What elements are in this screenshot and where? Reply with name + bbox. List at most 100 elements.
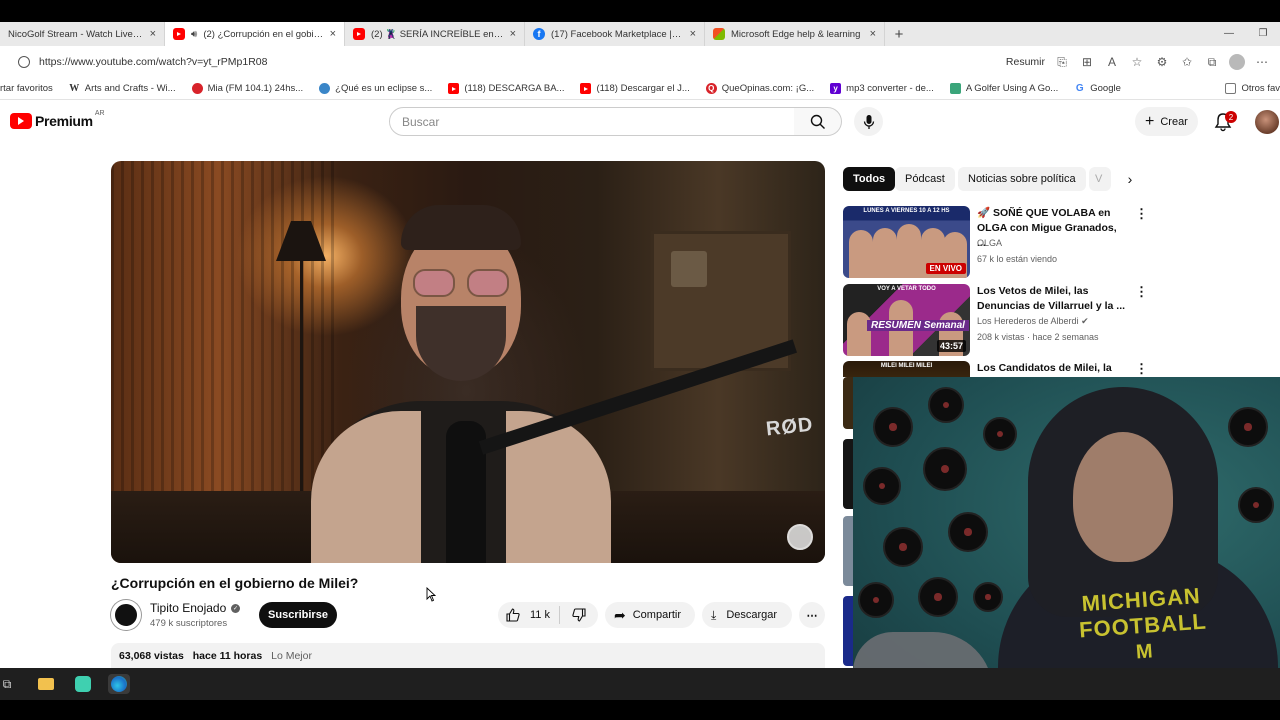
description-tag[interactable]: Lo Mejor <box>271 650 312 662</box>
tab-olga[interactable]: (2) 🦹 SERÍA INCREÍBLE en OLGA × <box>345 22 525 46</box>
maximize-icon[interactable]: ❐ <box>1246 22 1280 46</box>
windows-taskbar: ⧉ <box>0 668 1280 700</box>
microsoft-icon <box>713 28 725 40</box>
video-thumbnail[interactable]: LUNES A VIERNES 10 A 12 HS EN VIVO <box>843 206 970 278</box>
download-button[interactable]: ⤓ Descargar <box>702 602 792 628</box>
task-view-icon[interactable]: ⧉ <box>0 674 14 694</box>
favorites-icon[interactable]: ✩ <box>1179 54 1195 70</box>
collections-icon[interactable]: ⧉ <box>1204 54 1220 70</box>
dislike-button[interactable] <box>560 608 598 622</box>
chip-podcast[interactable]: Pódcast <box>895 167 955 191</box>
close-tab-icon[interactable]: × <box>330 28 336 40</box>
translate-icon[interactable]: ⎘ <box>1054 54 1070 70</box>
thumbs-down-icon <box>572 608 586 622</box>
tab-corrupcion[interactable]: 🔊︎ (2) ¿Corrupción en el gobierno × <box>165 22 345 46</box>
file-explorer-icon[interactable] <box>35 674 57 694</box>
tab-nicogolf[interactable]: NicoGolf Stream - Watch Live on × <box>0 22 165 46</box>
speaker-icon[interactable]: 🔊︎ <box>191 29 197 40</box>
like-dislike-group: 11 k <box>498 602 598 628</box>
recommendation-item[interactable]: MILEI MILEI MILEI Los Candidatos de Mile… <box>843 361 1153 377</box>
favorite-import[interactable]: rtar favoritos <box>0 83 53 94</box>
chip-partial[interactable]: V <box>1089 167 1111 191</box>
wall-record-decor <box>918 577 958 617</box>
minimize-icon[interactable]: — <box>1212 22 1246 46</box>
recommendation-item[interactable]: LUNES A VIERNES 10 A 12 HS EN VIVO 🚀 SOÑ… <box>843 206 1153 278</box>
extensions-icon[interactable]: ⚙ <box>1154 54 1170 70</box>
wall-record-decor <box>923 447 967 491</box>
favorite-item[interactable]: ¿Qué es un eclipse s... <box>319 83 432 94</box>
chevron-right-icon[interactable]: › <box>1120 169 1140 189</box>
youtube-icon <box>448 83 460 94</box>
favorite-label: ¿Qué es un eclipse s... <box>335 83 433 94</box>
tab-edge-help[interactable]: Microsoft Edge help & learning × <box>705 22 885 46</box>
channel-name[interactable]: Tipito Enojado <box>150 601 226 615</box>
recommendation-title[interactable]: Los Vetos de Milei, las Denuncias de Vil… <box>977 284 1127 314</box>
favorite-item[interactable]: y mp3 converter - de... <box>830 83 934 94</box>
channel-avatar[interactable] <box>111 600 141 630</box>
video-player[interactable]: RØD <box>111 161 825 563</box>
tab-strip: NicoGolf Stream - Watch Live on × 🔊︎ (2)… <box>0 22 1280 46</box>
more-vert-icon[interactable]: ⋮ <box>1135 284 1148 300</box>
tab-label: (17) Facebook Marketplace | Face <box>551 28 684 40</box>
video-thumbnail[interactable]: MILEI MILEI MILEI <box>843 361 970 377</box>
favorite-item[interactable]: Mia (FM 104.1) 24hs... <box>191 83 303 94</box>
tab-label: (2) ¿Corrupción en el gobierno <box>203 28 324 40</box>
subscribe-button[interactable]: Suscribirse <box>259 602 337 628</box>
resumir-button[interactable]: Resumir <box>1006 56 1045 68</box>
more-menu-icon[interactable]: ⋯ <box>1254 54 1270 70</box>
recommendation-item[interactable]: VOY A VETAR TODO RESUMEN Semanal 43:57 L… <box>843 284 1153 356</box>
more-vert-icon[interactable]: ⋮ <box>1135 206 1148 222</box>
tab-facebook[interactable]: f (17) Facebook Marketplace | Face × <box>525 22 705 46</box>
recommendation-channel[interactable]: Los Herederos de Alberdi ✔ <box>977 316 1089 327</box>
favorite-item[interactable]: W Arts and Crafts - Wi... <box>69 83 175 94</box>
more-actions-button[interactable]: ⋯ <box>799 602 825 628</box>
thumbnail-face <box>873 228 897 278</box>
wall-record-decor <box>928 387 964 423</box>
search-input[interactable]: Buscar <box>389 107 795 136</box>
search-button[interactable] <box>794 107 842 136</box>
more-vert-icon[interactable]: ⋮ <box>1135 361 1148 377</box>
close-tab-icon[interactable]: × <box>870 28 876 40</box>
queopinas-icon: Q <box>705 83 717 94</box>
play-button-plaque <box>671 251 707 287</box>
description-box[interactable]: 63,068 vistas hace 11 horas Lo Mejor <box>111 643 825 668</box>
video-thumbnail[interactable]: VOY A VETAR TODO RESUMEN Semanal 43:57 <box>843 284 970 356</box>
favorite-item[interactable]: (118) Descargar el J... <box>580 83 690 94</box>
other-favorites[interactable]: Otros fav <box>1225 83 1280 94</box>
live-badge: EN VIVO <box>925 263 966 274</box>
chip-todos[interactable]: Todos <box>843 167 896 191</box>
youtube-logo[interactable]: Premium AR <box>10 110 105 129</box>
favorite-item[interactable]: Q QueOpinas.com: ¡G... <box>705 83 814 94</box>
favorite-item[interactable]: G Google <box>1074 83 1121 94</box>
recommendation-title[interactable]: Los Candidatos de Milei, la <box>977 361 1127 376</box>
share-label: Compartir <box>632 609 682 621</box>
create-button[interactable]: + Crear <box>1135 107 1198 136</box>
recorder-app-icon[interactable] <box>72 674 94 694</box>
close-tab-icon[interactable]: × <box>510 28 516 40</box>
thumbnail-face <box>847 312 871 356</box>
edge-browser-icon[interactable] <box>108 674 130 694</box>
url-field[interactable]: https://www.youtube.com/watch?v=yt_rPMp1… <box>39 56 267 68</box>
new-tab-button[interactable]: + <box>885 26 913 43</box>
close-tab-icon[interactable]: × <box>690 28 696 40</box>
logo-text: Premium <box>35 113 93 129</box>
chip-politics-news[interactable]: Noticias sobre política <box>958 167 1086 191</box>
share-button[interactable]: ➦ Compartir <box>605 602 695 628</box>
thumbnail-overlay-text: RESUMEN Semanal <box>867 320 969 331</box>
voice-search-button[interactable] <box>854 107 883 136</box>
site-info-icon[interactable] <box>18 56 30 68</box>
user-avatar[interactable] <box>1255 110 1279 134</box>
favorite-star-icon[interactable]: ☆ <box>1129 54 1145 70</box>
recommendation-channel[interactable]: OLGA <box>977 238 1002 248</box>
close-tab-icon[interactable]: × <box>150 28 156 40</box>
favorite-item[interactable]: (118) DESCARGA BA... <box>448 83 564 94</box>
channel-watermark-icon[interactable] <box>787 524 813 550</box>
like-count: 11 k <box>530 609 550 621</box>
mic-arm <box>478 339 798 455</box>
favorite-item[interactable]: A Golfer Using A Go... <box>949 83 1058 94</box>
like-button[interactable]: 11 k <box>498 606 560 624</box>
profile-avatar[interactable] <box>1229 54 1245 70</box>
read-aloud-icon[interactable]: A <box>1104 54 1120 70</box>
host-hair <box>401 205 521 250</box>
apps-icon[interactable]: ⊞ <box>1079 54 1095 70</box>
